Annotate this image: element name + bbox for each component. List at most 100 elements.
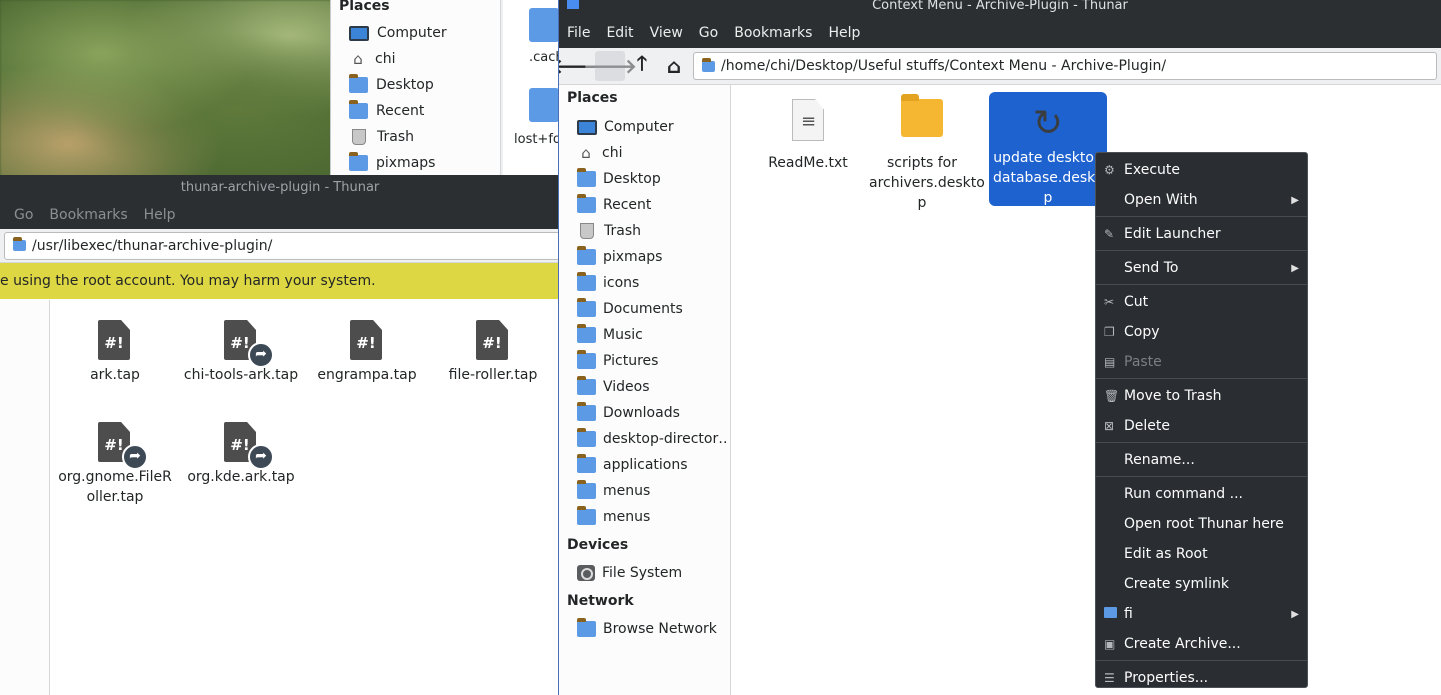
sidebar-item-recent[interactable]: Recent	[349, 100, 424, 122]
sidebar-item-desktop-directories[interactable]: desktop-director…	[577, 427, 727, 451]
menu-item-run-command[interactable]: Run command ...	[1096, 479, 1307, 509]
file-item-org-kde-ark-tap[interactable]: #! ➦ org.kde.ark.tap	[176, 422, 306, 487]
file-item-scripts-for-archivers[interactable]: scripts for archivers.deskto p	[863, 91, 985, 211]
file-label: org.kde.ark.tap	[187, 469, 295, 485]
sidebar-item-applications[interactable]: applications	[577, 453, 727, 477]
menu-item-create-archive[interactable]: ▣ Create Archive...	[1096, 629, 1307, 659]
file-item-update-desktop-database[interactable]: ↻ update desktop database.deskto p	[989, 92, 1109, 206]
folder-icon[interactable]	[529, 88, 559, 122]
menu-item-edit-launcher[interactable]: ✎ Edit Launcher	[1096, 219, 1307, 249]
sidebar-item-desktop[interactable]: Desktop	[349, 74, 434, 96]
file-item-org-gnome-fileroller-tap[interactable]: #! ➦ org.gnome.FileR oller.tap	[50, 422, 180, 507]
menu-item-edit-as-root[interactable]: Edit as Root	[1096, 539, 1307, 569]
sidebar-item-home[interactable]: ⌂ chi	[577, 141, 727, 165]
menu-item-rename[interactable]: Rename...	[1096, 445, 1307, 475]
clipboard-icon: ▤	[1104, 355, 1116, 369]
menu-go[interactable]: Go	[691, 25, 726, 41]
file-item-file-roller-tap[interactable]: #! file-roller.tap	[428, 320, 558, 385]
menu-item-create-symlink[interactable]: Create symlink	[1096, 569, 1307, 599]
toolbar: 🡐 🡒 🡑 ⌂ /home/chi/Desktop/Useful stuffs/…	[559, 48, 1441, 85]
menu-item-execute[interactable]: ⚙ Execute	[1096, 155, 1307, 185]
menu-bookmarks[interactable]: Bookmarks	[726, 25, 820, 41]
menu-item-open-root-thunar[interactable]: Open root Thunar here	[1096, 509, 1307, 539]
script-file-icon: #!	[476, 320, 508, 360]
file-label: ReadMe.txt	[768, 155, 848, 171]
sidebar-item-music[interactable]: Music	[577, 323, 727, 347]
menu-item-open-with[interactable]: Open With ▶	[1096, 185, 1307, 215]
videos-folder-icon	[577, 376, 596, 395]
forward-arrow-icon[interactable]: 🡒	[583, 51, 637, 81]
menu-view[interactable]: View	[642, 25, 691, 41]
pictures-folder-icon	[577, 350, 596, 369]
window-icon[interactable]	[567, 0, 579, 9]
sidebar-item-menus-2[interactable]: menus	[577, 505, 727, 529]
sidebar-item-videos[interactable]: Videos	[577, 375, 727, 399]
menu-item-paste[interactable]: ▤ Paste	[1096, 347, 1307, 377]
menu-item-move-to-trash[interactable]: 🗑 Move to Trash	[1096, 381, 1307, 411]
sidebar-item-home[interactable]: ⌂ chi	[349, 48, 395, 70]
sidebar-item-browse-network[interactable]: Browse Network	[577, 617, 727, 641]
sidebar-item-menus[interactable]: menus	[577, 479, 727, 503]
file-label: scripts for archivers.deskto p	[869, 155, 985, 211]
file-label: org.gnome.FileR oller.tap	[58, 469, 172, 505]
sidebar-item-recent[interactable]: Recent	[577, 193, 727, 217]
menu-help[interactable]: Help	[820, 25, 868, 41]
menubar: File Edit View Go Bookmarks Help	[559, 18, 1441, 48]
documents-folder-icon	[577, 298, 596, 317]
folder-icon	[349, 74, 368, 93]
trash-icon	[352, 129, 366, 145]
drive-icon	[577, 565, 595, 581]
sidebar: Places Computer ⌂ chi Desktop Recent Tras…	[559, 85, 731, 695]
folder-icon	[349, 152, 368, 171]
delete-icon: ⊠	[1104, 419, 1115, 433]
home-icon[interactable]: ⌂	[659, 51, 689, 81]
menu-help[interactable]: Help	[136, 207, 184, 223]
folder-icon	[901, 94, 943, 137]
script-file-icon: #!	[350, 320, 382, 360]
sidebar-item-desktop[interactable]: Desktop	[577, 167, 727, 191]
sidebar-item-file-system[interactable]: File System	[577, 561, 727, 585]
folder-icon[interactable]	[529, 8, 559, 42]
up-arrow-icon[interactable]: 🡑	[627, 51, 657, 81]
sidebar-item-computer[interactable]: Computer	[349, 22, 447, 44]
menu-item-copy[interactable]: ❐ Copy	[1096, 317, 1307, 347]
sidebar-item-pictures[interactable]: Pictures	[577, 349, 727, 373]
menu-item-properties[interactable]: ☰ Properties...	[1096, 663, 1307, 693]
file-item-engrampa-tap[interactable]: #! engrampa.tap	[302, 320, 432, 385]
folder-icon	[577, 428, 596, 447]
submenu-arrow-icon: ▶	[1291, 262, 1299, 274]
sidebar-item-downloads[interactable]: Downloads	[577, 401, 727, 425]
menu-file[interactable]: File	[559, 25, 598, 41]
sidebar-item-pixmaps[interactable]: pixmaps	[349, 152, 435, 174]
sidebar-item-trash[interactable]: Trash	[577, 219, 727, 243]
sidebar-item-computer[interactable]: Computer	[577, 115, 727, 139]
file-item-readme[interactable]: ReadMe.txt	[749, 91, 867, 199]
menu-item-fi[interactable]: fi ▶	[1096, 599, 1307, 629]
folder-icon	[577, 272, 596, 291]
symlink-icon: ➦	[248, 444, 274, 470]
sidebar-item-pixmaps[interactable]: pixmaps	[577, 245, 727, 269]
location-entry[interactable]: /home/chi/Desktop/Useful stuffs/Context …	[693, 52, 1437, 80]
file-item-chi-tools-ark-tap[interactable]: #! ➦ chi-tools-ark.tap	[176, 320, 306, 385]
menu-go[interactable]: Go	[0, 207, 41, 223]
network-folder-icon	[577, 618, 596, 637]
folder-icon	[577, 480, 596, 499]
context-menu: ⚙ Execute Open With ▶ ✎ Edit Launcher Send …	[1095, 152, 1308, 688]
menu-item-cut[interactable]: ✂ Cut	[1096, 287, 1307, 317]
folder-icon	[577, 168, 596, 187]
separator	[1096, 216, 1307, 217]
sidebar-item-icons[interactable]: icons	[577, 271, 727, 295]
home-icon: ⌂	[353, 50, 363, 68]
location-entry[interactable]: /usr/libexec/thunar-archive-plugin/	[4, 231, 560, 260]
menu-item-delete[interactable]: ⊠ Delete	[1096, 411, 1307, 441]
file-label[interactable]: lost+fo	[514, 132, 561, 147]
sidebar	[0, 300, 50, 695]
sidebar-item-documents[interactable]: Documents	[577, 297, 727, 321]
file-item-ark-tap[interactable]: #! ark.tap	[50, 320, 180, 385]
root-warning-bar: e using the root account. You may harm y…	[0, 263, 560, 299]
sidebar-item-trash[interactable]: Trash	[349, 126, 414, 148]
menu-edit[interactable]: Edit	[598, 25, 641, 41]
window-title: Context Menu - Archive-Plugin - Thunar	[872, 0, 1128, 13]
menu-bookmarks[interactable]: Bookmarks	[41, 207, 135, 223]
menu-item-send-to[interactable]: Send To ▶	[1096, 253, 1307, 283]
